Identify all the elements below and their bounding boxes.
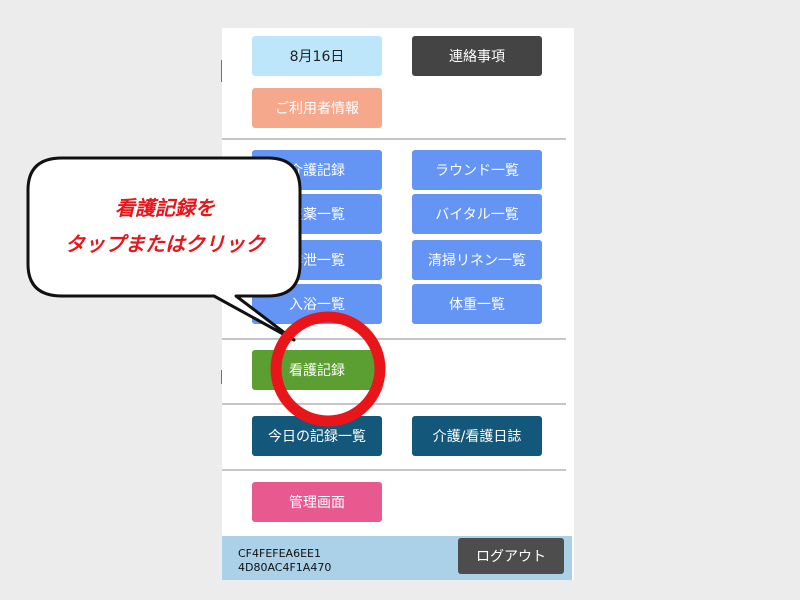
app-screen: 8月16日 連絡事項 ご利用者情報 介護記録 ラウンド一覧 服薬一覧 バイタル一…: [222, 28, 574, 580]
date-button[interactable]: 8月16日: [252, 36, 382, 76]
divider: [222, 469, 566, 471]
round-list-button[interactable]: ラウンド一覧: [412, 150, 542, 190]
divider: [222, 138, 566, 140]
nursing-record-button[interactable]: 看護記録: [252, 350, 382, 390]
callout-text: 看護記録を タップまたはクリック: [20, 190, 310, 262]
care-nursing-diary-button[interactable]: 介護/看護日誌: [412, 416, 542, 456]
bath-list-button[interactable]: 入浴一覧: [252, 284, 382, 324]
user-info-button[interactable]: ご利用者情報: [252, 88, 382, 128]
device-id-line2: 4D80AC4F1A470: [238, 561, 332, 574]
vital-list-button[interactable]: バイタル一覧: [412, 194, 542, 234]
cleaning-linen-list-button[interactable]: 清掃リネン一覧: [412, 240, 542, 280]
notice-button[interactable]: 連絡事項: [412, 36, 542, 76]
divider: [222, 338, 566, 340]
today-records-button[interactable]: 今日の記録一覧: [252, 416, 382, 456]
divider: [222, 403, 566, 405]
admin-screen-button[interactable]: 管理画面: [252, 482, 382, 522]
weight-list-button[interactable]: 体重一覧: [412, 284, 542, 324]
device-id: CF4FEFEA6EE1 4D80AC4F1A470: [238, 547, 331, 575]
callout-line1: 看護記録を: [115, 196, 215, 220]
care-record-button[interactable]: 介護記録: [252, 150, 382, 190]
device-id-line1: CF4FEFEA6EE1: [238, 547, 321, 560]
callout-line2: タップまたはクリック: [65, 232, 265, 256]
logout-button[interactable]: ログアウト: [458, 538, 564, 574]
footer-bar: CF4FEFEA6EE1 4D80AC4F1A470 ログアウト: [222, 536, 572, 580]
